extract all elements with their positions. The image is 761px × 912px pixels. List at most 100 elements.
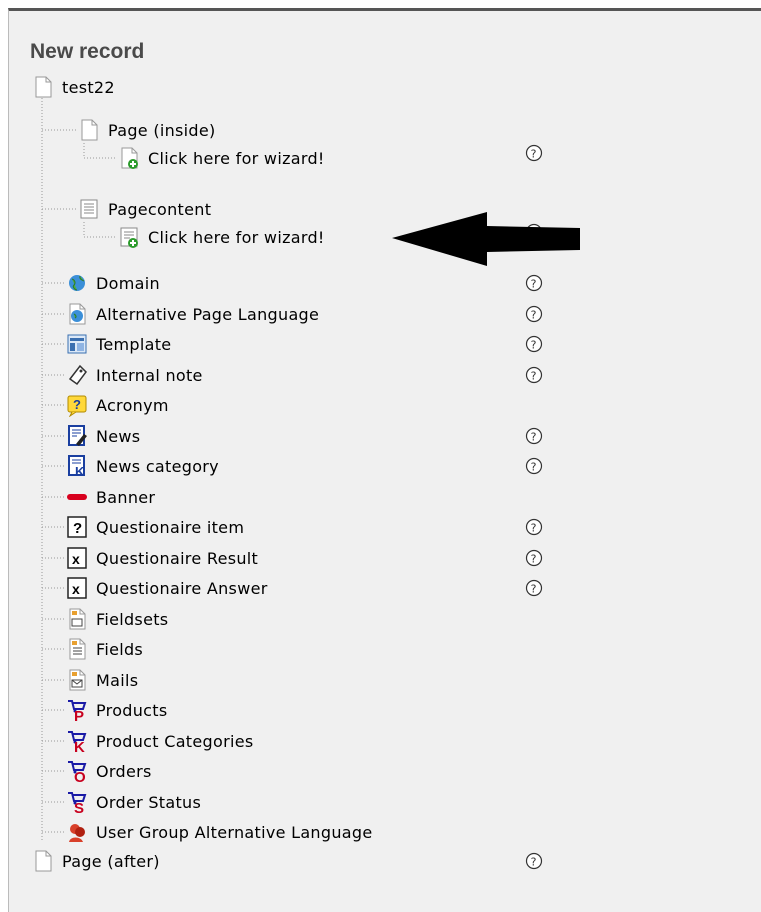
record-type-alternative-page-language-label: Alternative Page Language (96, 304, 320, 324)
record-type-banner-label: Banner (96, 487, 156, 507)
record-type-domain-label: Domain (96, 273, 160, 293)
tree-item-page-inside-[interactable]: Page (inside) (78, 117, 216, 143)
help-icon[interactable]: ? (525, 366, 543, 384)
record-type-mails[interactable]: Mails (66, 667, 138, 693)
content-icon (80, 199, 98, 219)
record-type-questionaire-result-label: Questionaire Result (96, 548, 259, 568)
record-type-questionaire-item-label: Questionaire item (96, 517, 245, 537)
record-type-fields[interactable]: Fields (66, 636, 143, 662)
record-type-news-category[interactable]: K News category (66, 453, 219, 479)
record-type-template[interactable]: Template (66, 331, 171, 357)
help-icon[interactable]: ? (525, 852, 543, 870)
help-icon[interactable]: ? (525, 457, 543, 475)
tree-item-page-after[interactable]: Page (after) (32, 848, 160, 874)
record-type-products-label: Products (96, 700, 168, 720)
help-icon[interactable]: ? (525, 518, 543, 536)
page-icon (81, 119, 98, 141)
record-type-template-label: Template (96, 334, 172, 354)
svg-text:?: ? (531, 370, 537, 383)
record-type-product-categories-label: Product Categories (96, 731, 254, 751)
svg-text:?: ? (531, 339, 537, 352)
svg-text:x: x (72, 581, 80, 597)
mail-icon (69, 669, 86, 691)
tree-item-pagecontent[interactable]: Pagecontent (78, 196, 211, 222)
cart-p-icon: P (68, 700, 87, 722)
help-icon[interactable]: ? (525, 579, 543, 597)
svg-text:K: K (75, 464, 85, 478)
svg-text:S: S (74, 800, 84, 814)
tree-root-test22-label: test22 (62, 77, 115, 97)
svg-text:?: ? (531, 553, 537, 566)
svg-text:?: ? (531, 278, 537, 291)
x-box-icon: x (67, 577, 87, 599)
record-type-products[interactable]: P Products (66, 697, 168, 723)
annotation-arrow (392, 212, 580, 266)
svg-text:?: ? (73, 397, 81, 412)
record-type-fieldsets[interactable]: Fieldsets (66, 606, 168, 632)
record-type-product-categories[interactable]: K Product Categories (66, 728, 253, 754)
globe-page-icon (69, 303, 86, 325)
record-type-user-group-alternative-language-label: User Group Alternative Language (96, 822, 373, 842)
wizard-link[interactable]: Click here for wizard! (118, 224, 325, 250)
page-new-icon (121, 147, 138, 169)
record-type-internal-note[interactable]: Internal note (66, 362, 203, 388)
tree-root-test22[interactable]: test22 (32, 74, 115, 100)
help-icon[interactable]: ? (525, 274, 543, 292)
page-title: New record (30, 40, 145, 63)
record-type-acronym-label: Acronym (96, 395, 169, 415)
record-type-user-group-alternative-language[interactable]: User Group Alternative Language (66, 819, 372, 845)
tree-item-page-after-label: Page (after) (62, 851, 160, 871)
record-type-domain[interactable]: Domain (66, 270, 160, 296)
record-type-questionaire-answer[interactable]: x Questionaire Answer (66, 575, 268, 601)
help-icon[interactable]: ? (525, 427, 543, 445)
svg-text:K: K (74, 739, 85, 753)
template-icon (67, 334, 87, 354)
fieldset-icon (69, 608, 86, 630)
tree-item-page-inside--label: Page (inside) (108, 120, 216, 140)
record-type-alternative-page-language[interactable]: Alternative Page Language (66, 301, 319, 327)
x-box-icon: x (67, 547, 87, 569)
field-icon (69, 638, 86, 660)
banner-icon (67, 494, 87, 500)
record-type-orders-label: Orders (96, 761, 152, 781)
tag-icon (68, 364, 87, 386)
record-type-news-category-label: News category (96, 456, 219, 476)
help-icon[interactable]: ? (525, 305, 543, 323)
cart-o-icon: O (68, 761, 87, 783)
record-type-news[interactable]: News (66, 423, 140, 449)
svg-text:x: x (72, 551, 80, 567)
svg-text:O: O (74, 769, 86, 783)
page-icon (35, 76, 52, 98)
user-group-icon (69, 824, 85, 842)
wizard-link-label: Click here for wizard! (148, 148, 325, 168)
svg-text:P: P (74, 708, 84, 722)
record-type-banner[interactable]: Banner (66, 484, 155, 510)
wizard-link[interactable]: Click here for wizard! (118, 145, 325, 171)
tree-item-pagecontent-label: Pagecontent (108, 199, 212, 219)
acronym-icon: ? (67, 395, 87, 417)
svg-text:?: ? (531, 522, 537, 535)
cart-k-icon: K (68, 731, 87, 753)
svg-text:?: ? (531, 461, 537, 474)
help-icon[interactable]: ? (525, 549, 543, 567)
record-type-acronym[interactable]: ? Acronym (66, 392, 169, 418)
record-type-fieldsets-label: Fieldsets (96, 609, 169, 629)
question-box-icon: ? (67, 516, 87, 538)
svg-text:?: ? (531, 309, 537, 322)
record-type-questionaire-item[interactable]: ? Questionaire item (66, 514, 244, 540)
record-type-internal-note-label: Internal note (96, 365, 203, 385)
page-icon (35, 850, 52, 872)
help-icon[interactable]: ? (525, 335, 543, 353)
record-type-orders[interactable]: O Orders (66, 758, 152, 784)
record-type-questionaire-result[interactable]: x Questionaire Result (66, 545, 258, 571)
svg-text:?: ? (531, 856, 537, 869)
news-icon (68, 425, 87, 446)
record-type-order-status-label: Order Status (96, 792, 202, 812)
help-icon[interactable]: ? (525, 144, 543, 162)
record-type-mails-label: Mails (96, 670, 139, 690)
record-type-order-status[interactable]: S Order Status (66, 789, 201, 815)
cart-s-icon: S (68, 792, 87, 814)
globe-icon (69, 275, 85, 291)
content-new-icon (120, 227, 138, 248)
svg-text:?: ? (531, 431, 537, 444)
